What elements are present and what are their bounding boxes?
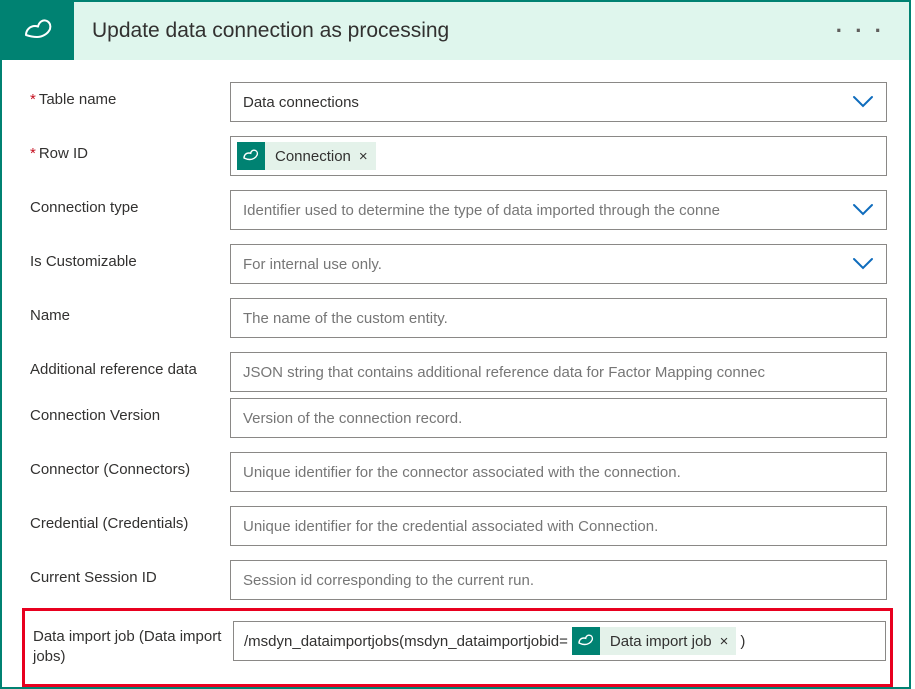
- more-menu-button[interactable]: · · ·: [830, 14, 891, 48]
- data-import-job-input[interactable]: /msdyn_dataimportjobs(msdyn_dataimportjo…: [233, 621, 886, 661]
- session-id-placeholder: Session id corresponding to the current …: [243, 572, 874, 589]
- data-import-job-token: Data import job ×: [572, 627, 736, 655]
- credential-placeholder: Unique identifier for the credential ass…: [243, 518, 874, 535]
- card-body: *Table name Data connections *Row ID Con…: [2, 60, 909, 687]
- token-label: Data import job: [610, 633, 712, 650]
- field-label-connector: Connector (Connectors): [30, 452, 230, 480]
- table-name-value: Data connections: [243, 94, 844, 111]
- field-label-is-customizable: Is Customizable: [30, 244, 230, 272]
- session-id-input[interactable]: Session id corresponding to the current …: [230, 560, 887, 600]
- remove-token-button[interactable]: ×: [359, 148, 368, 165]
- card-header: Update data connection as processing · ·…: [2, 2, 909, 60]
- field-label-row-id: *Row ID: [30, 136, 230, 164]
- card-title: Update data connection as processing: [74, 19, 830, 43]
- credential-input[interactable]: Unique identifier for the credential ass…: [230, 506, 887, 546]
- field-label-credential: Credential (Credentials): [30, 506, 230, 534]
- chevron-down-icon: [852, 95, 874, 109]
- connection-type-combo[interactable]: Identifier used to determine the type of…: [230, 190, 887, 230]
- field-label-connection-version: Connection Version: [30, 398, 230, 426]
- row-id-input[interactable]: Connection ×: [230, 136, 887, 176]
- connection-version-placeholder: Version of the connection record.: [243, 410, 874, 427]
- table-name-combo[interactable]: Data connections: [230, 82, 887, 122]
- dataverse-icon: [572, 627, 600, 655]
- connector-placeholder: Unique identifier for the connector asso…: [243, 464, 874, 481]
- field-label-data-import-job: Data import job (Data import jobs): [33, 621, 233, 666]
- connector-input[interactable]: Unique identifier for the connector asso…: [230, 452, 887, 492]
- name-input[interactable]: The name of the custom entity.: [230, 298, 887, 338]
- highlighted-row: Data import job (Data import jobs) /msdy…: [22, 608, 893, 687]
- token-label: Connection: [275, 148, 351, 165]
- field-label-connection-type: Connection type: [30, 190, 230, 218]
- dataverse-icon: [2, 2, 74, 60]
- remove-token-button[interactable]: ×: [720, 633, 729, 650]
- name-placeholder: The name of the custom entity.: [243, 310, 874, 327]
- connection-version-input[interactable]: Version of the connection record.: [230, 398, 887, 438]
- field-label-table-name: *Table name: [30, 82, 230, 110]
- is-customizable-combo[interactable]: For internal use only.: [230, 244, 887, 284]
- additional-ref-placeholder: JSON string that contains additional ref…: [243, 364, 874, 381]
- connection-type-placeholder: Identifier used to determine the type of…: [243, 202, 844, 219]
- field-label-session-id: Current Session ID: [30, 560, 230, 588]
- additional-ref-input[interactable]: JSON string that contains additional ref…: [230, 352, 887, 392]
- chevron-down-icon: [852, 257, 874, 271]
- field-label-additional-ref: Additional reference data: [30, 352, 230, 380]
- expression-prefix: /msdyn_dataimportjobs(msdyn_dataimportjo…: [244, 633, 568, 650]
- connection-token: Connection ×: [237, 142, 376, 170]
- is-customizable-placeholder: For internal use only.: [243, 256, 844, 273]
- expression-suffix: ): [740, 633, 745, 650]
- action-card: Update data connection as processing · ·…: [0, 0, 911, 689]
- field-label-name: Name: [30, 298, 230, 326]
- dataverse-icon: [237, 142, 265, 170]
- chevron-down-icon: [852, 203, 874, 217]
